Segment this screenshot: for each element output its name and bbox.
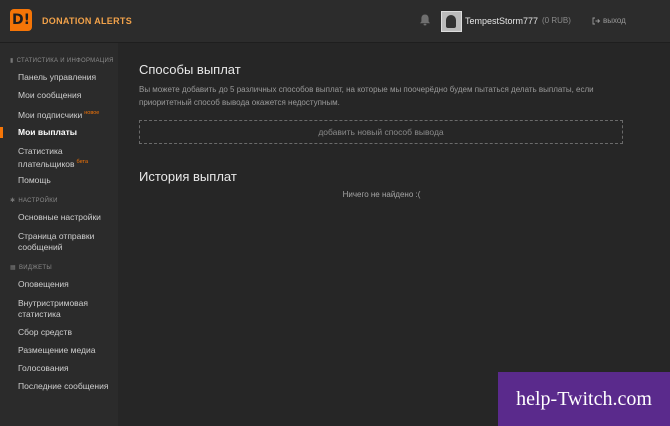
widgets-icon: ▦: [10, 265, 16, 271]
stats-icon: ▮: [10, 58, 14, 64]
sidebar-section-settings: ✱ НАСТРОЙКИ: [10, 197, 58, 205]
sidebar-item-alerts[interactable]: Оповещения: [0, 279, 118, 290]
sidebar-item-payouts[interactable]: Мои выплаты: [0, 127, 118, 138]
sidebar-item-last-messages[interactable]: Последние сообщения: [0, 381, 118, 392]
history-title: История выплат: [139, 169, 237, 184]
sidebar-item-instream-stats[interactable]: Внутристримовая статистика: [0, 298, 118, 320]
beta-badge: бета: [76, 159, 89, 165]
sidebar-item-media[interactable]: Размещение медиа: [0, 345, 118, 356]
donationalerts-logo-icon[interactable]: D!: [10, 9, 32, 31]
bell-icon[interactable]: [418, 13, 432, 27]
sidebar-item-subscribers[interactable]: Мои подписчики новое: [0, 108, 118, 121]
page-title: Способы выплат: [139, 62, 241, 77]
sidebar-section-stats: ▮ СТАТИСТИКА И ИНФОРМАЦИЯ: [10, 57, 114, 65]
sidebar-item-label: Внутристримовая: [18, 298, 88, 308]
logout-label: выход: [603, 16, 626, 25]
brand-name[interactable]: DONATION ALERTS: [42, 16, 132, 26]
sidebar-item-label: Страница отправки: [18, 231, 95, 241]
sidebar-section-title: ВИДЖЕТЫ: [18, 264, 52, 271]
logout-arrow-icon: [592, 17, 600, 24]
sidebar-item-fundraising[interactable]: Сбор средств: [0, 327, 118, 338]
sidebar-item-message-page[interactable]: Страница отправки сообщений: [0, 231, 118, 253]
sidebar: ▮ СТАТИСТИКА И ИНФОРМАЦИЯ Панель управле…: [0, 43, 118, 426]
sidebar-item-polls[interactable]: Голосования: [0, 363, 118, 374]
logout-link[interactable]: выход: [592, 16, 626, 25]
new-badge: новое: [84, 110, 100, 116]
sidebar-item-label-line2: статистика: [18, 309, 61, 319]
username[interactable]: TempestStorm777: [465, 16, 538, 26]
sidebar-item-messages[interactable]: Мои сообщения: [0, 90, 118, 101]
sidebar-item-help[interactable]: Помощь: [0, 175, 118, 186]
add-payout-method-button[interactable]: добавить новый способ вывода: [139, 120, 623, 144]
user-avatar[interactable]: [441, 11, 462, 32]
avatar-figure: [446, 15, 456, 28]
empty-state-text: Ничего не найдено :(: [342, 190, 421, 199]
top-header: D! DONATION ALERTS TempestStorm777 (0 RU…: [0, 0, 670, 43]
sidebar-item-label-line2: плательщиков бета: [18, 158, 89, 169]
sidebar-item-dashboard[interactable]: Панель управления: [0, 72, 118, 83]
sidebar-item-label: Мои подписчики: [18, 109, 83, 120]
page-description: Вы можете добавить до 5 различных способ…: [139, 85, 594, 107]
sidebar-item-payer-stats[interactable]: Статистика плательщиков бета: [0, 146, 118, 170]
watermark: help-Twitch.com: [498, 372, 670, 426]
sidebar-item-main-settings[interactable]: Основные настройки: [0, 212, 118, 223]
gear-icon: ✱: [10, 198, 16, 204]
sidebar-item-label-line2: сообщений: [18, 242, 63, 252]
sidebar-item-label: Статистика: [18, 146, 63, 156]
sidebar-section-title: СТАТИСТИКА И ИНФОРМАЦИЯ: [16, 57, 114, 64]
sidebar-section-title: НАСТРОЙКИ: [18, 197, 58, 204]
balance: (0 RUB): [542, 16, 571, 25]
sidebar-section-widgets: ▦ ВИДЖЕТЫ: [10, 264, 52, 272]
